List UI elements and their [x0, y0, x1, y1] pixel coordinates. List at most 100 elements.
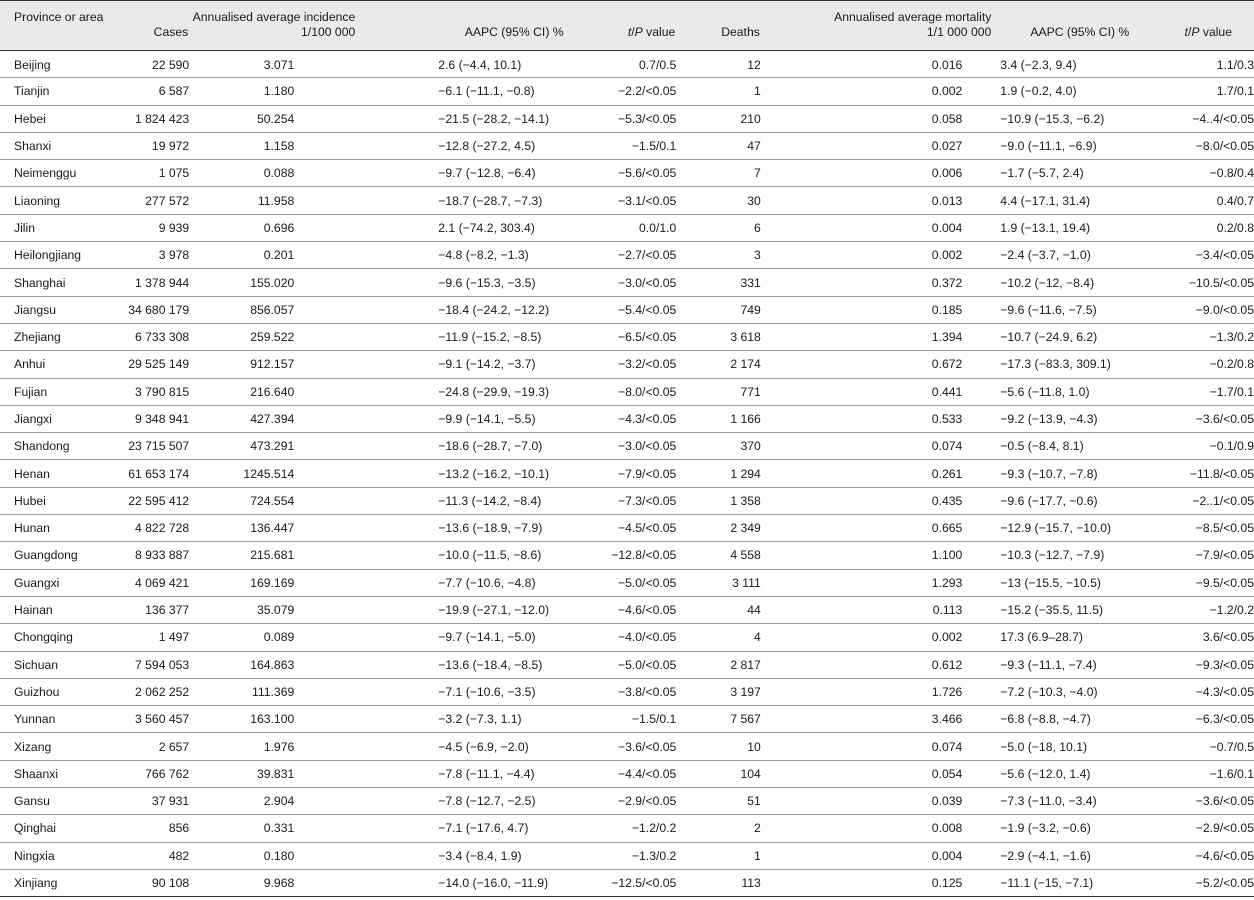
- cell-tp-mortality: −0.8/0.4: [1209, 166, 1254, 181]
- table-row: Ningxia 482 0.180 −3.4 (−8.4, 1.9) −1.3/0.2 1…: [0, 842, 1254, 870]
- cell-tp-incidence: −3.6/<0.05: [618, 739, 677, 754]
- cell-mortality: 0.185: [931, 302, 963, 317]
- cell-mortality: 0.074: [931, 739, 963, 754]
- cell-tp-mortality: −1.2/0.2: [1209, 603, 1254, 618]
- cell-deaths: 2: [754, 821, 761, 836]
- cell-mortality: 0.004: [931, 220, 963, 235]
- cell-mortality: 3.466: [931, 712, 963, 727]
- header-tp-mortality: t/P value: [1143, 1, 1254, 51]
- cell-deaths: 1 358: [730, 493, 761, 508]
- cell-aapc-mortality: −9.6 (−11.6, −7.5): [1000, 302, 1097, 317]
- cell-tp-mortality: −2.9/<0.05: [1195, 821, 1254, 836]
- cell-tp-mortality: −7.9/<0.05: [1195, 548, 1254, 563]
- header-aapc-incidence: AAPC (95% CI) %: [464, 25, 564, 39]
- cell-tp-incidence: −1.2/0.2: [631, 821, 677, 836]
- cell-mortality: 1.726: [931, 684, 963, 699]
- cell-aapc-incidence: −11.9 (−15.2, −8.5): [438, 330, 542, 345]
- cell-tp-incidence: −1.3/0.2: [631, 848, 677, 863]
- cell-tp-incidence: −2.2/<0.05: [618, 84, 677, 99]
- cell-province: Gansu: [14, 794, 50, 809]
- table-row: Zhejiang 6 733 308 259.522 −11.9 (−15.2, −8…: [0, 323, 1254, 351]
- cell-tp-incidence: 0.0/1.0: [639, 220, 677, 235]
- cell-incidence: 35.079: [256, 603, 295, 618]
- cell-mortality: 0.372: [931, 275, 963, 290]
- cell-deaths: 47: [747, 139, 761, 154]
- cell-aapc-mortality: −1.9 (−3.2, −0.6): [1000, 821, 1091, 836]
- cell-deaths: 2 817: [730, 657, 761, 672]
- cell-deaths: 104: [740, 766, 761, 781]
- cell-aapc-mortality: −17.3 (−83.3, 309.1): [1000, 357, 1111, 372]
- cell-deaths: 44: [747, 603, 761, 618]
- cell-deaths: 7 567: [730, 712, 761, 727]
- cell-incidence: 1.158: [263, 139, 295, 154]
- cell-cases: 8 933 887: [134, 548, 190, 563]
- cell-tp-incidence: −1.5/0.1: [631, 712, 677, 727]
- header-incidence-line2: 1/100 000: [301, 25, 356, 39]
- cell-cases: 482: [168, 848, 190, 863]
- table-row: Gansu 37 931 2.904 −7.8 (−12.7, −2.5) −2.9/<…: [0, 788, 1254, 815]
- cell-tp-incidence: −4.6/<0.05: [618, 603, 677, 618]
- cell-cases: 22 595 412: [128, 493, 190, 508]
- header-tp-incidence-suffix: value: [642, 25, 676, 39]
- header-tp-mortality-suffix: value: [1199, 25, 1232, 39]
- cell-aapc-incidence: −4.8 (−8.2, −1.3): [438, 248, 529, 263]
- cell-deaths: 2 174: [730, 357, 761, 372]
- cell-aapc-mortality: −10.7 (−24.9, 6.2): [1000, 330, 1098, 345]
- table-row: Anhui 29 525 149 912.157 −9.1 (−14.2, −3.7)…: [0, 351, 1254, 379]
- cell-tp-mortality: −9.0/<0.05: [1195, 302, 1254, 317]
- cell-incidence: 0.088: [263, 166, 295, 181]
- cell-deaths: 210: [740, 111, 761, 126]
- cell-mortality: 0.006: [931, 166, 963, 181]
- cell-tp-incidence: −4.4/<0.05: [618, 766, 677, 781]
- cell-aapc-mortality: 3.4 (−2.3, 9.4): [1000, 58, 1077, 73]
- cell-aapc-incidence: −10.0 (−11.5, −8.6): [438, 548, 542, 563]
- cell-province: Jilin: [14, 220, 35, 235]
- cell-mortality: 0.435: [931, 493, 963, 508]
- header-province: Province or area: [14, 10, 104, 24]
- cell-province: Liaoning: [14, 193, 61, 208]
- table-row: Fujian 3 790 815 216.640 −24.8 (−29.9, −19.…: [0, 378, 1254, 406]
- table-row: Hebei 1 824 423 50.254 −21.5 (−28.2, −14.1)…: [0, 105, 1254, 133]
- cell-aapc-incidence: 2.6 (−4.4, 10.1): [438, 58, 522, 73]
- cell-aapc-mortality: −15.2 (−35.5, 11.5): [1000, 603, 1104, 618]
- cell-deaths: 7: [754, 166, 761, 181]
- cell-province: Jiangxi: [14, 412, 52, 426]
- cell-incidence: 856.057: [250, 302, 295, 317]
- cell-tp-mortality: 1.7/0.1: [1216, 84, 1254, 99]
- header-deaths: Deaths: [721, 25, 760, 39]
- cell-aapc-incidence: −9.6 (−15.3, −3.5): [438, 275, 536, 290]
- cell-mortality: 0.665: [931, 521, 963, 536]
- cell-aapc-incidence: −13.6 (−18.9, −7.9): [438, 521, 543, 536]
- cell-cases: 22 590: [151, 58, 190, 73]
- cell-incidence: 155.020: [250, 275, 295, 290]
- cell-cases: 34 680 179: [128, 302, 190, 317]
- cell-aapc-mortality: −0.5 (−8.4, 8.1): [1000, 439, 1084, 454]
- cell-mortality: 1.293: [931, 575, 963, 590]
- table-row: Liaoning 277 572 11.958 −18.7 (−28.7, −7.3)…: [0, 187, 1254, 215]
- table-row: Guangxi 4 069 421 169.169 −7.7 (−10.6, −4.8…: [0, 569, 1254, 597]
- cell-deaths: 1 294: [730, 466, 761, 481]
- cell-aapc-mortality: −11.1 (−15, −7.1): [1000, 876, 1094, 891]
- cell-aapc-incidence: −4.5 (−6.9, −2.0): [438, 739, 529, 754]
- cell-mortality: 0.004: [931, 848, 963, 863]
- cell-aapc-incidence: −9.9 (−14.1, −5.5): [438, 412, 536, 426]
- cell-tp-incidence: −8.0/<0.05: [618, 384, 677, 399]
- table-row: Sichuan 7 594 053 164.863 −13.6 (−18.4, −8.…: [0, 651, 1254, 679]
- cell-tp-mortality: −10.5/<0.05: [1188, 275, 1254, 290]
- cell-incidence: 215.681: [250, 548, 295, 563]
- table-row: Guizhou 2 062 252 111.369 −7.1 (−10.6, −3.5…: [0, 678, 1254, 706]
- cell-tp-mortality: −1.3/0.2: [1209, 330, 1254, 345]
- cell-tp-incidence: −12.5/<0.05: [611, 876, 677, 891]
- table-row: Jiangxi 9 348 941 427.394 −9.9 (−14.1, −5.5…: [0, 405, 1254, 433]
- cell-incidence: 1245.514: [243, 466, 295, 481]
- cell-cases: 3 560 457: [134, 712, 190, 727]
- cell-tp-incidence: −5.6/<0.05: [618, 166, 677, 181]
- cell-deaths: 51: [747, 794, 761, 809]
- cell-province: Guangxi: [14, 575, 60, 590]
- cell-cases: 6 733 308: [134, 330, 190, 345]
- cell-aapc-mortality: −2.9 (−4.1, −1.6): [1000, 848, 1091, 863]
- cell-province: Heilongjiang: [14, 248, 82, 263]
- cell-tp-mortality: −1.6/0.1: [1209, 766, 1254, 781]
- cell-aapc-mortality: −7.3 (−11.0, −3.4): [1000, 794, 1097, 809]
- cell-mortality: 0.672: [931, 357, 963, 372]
